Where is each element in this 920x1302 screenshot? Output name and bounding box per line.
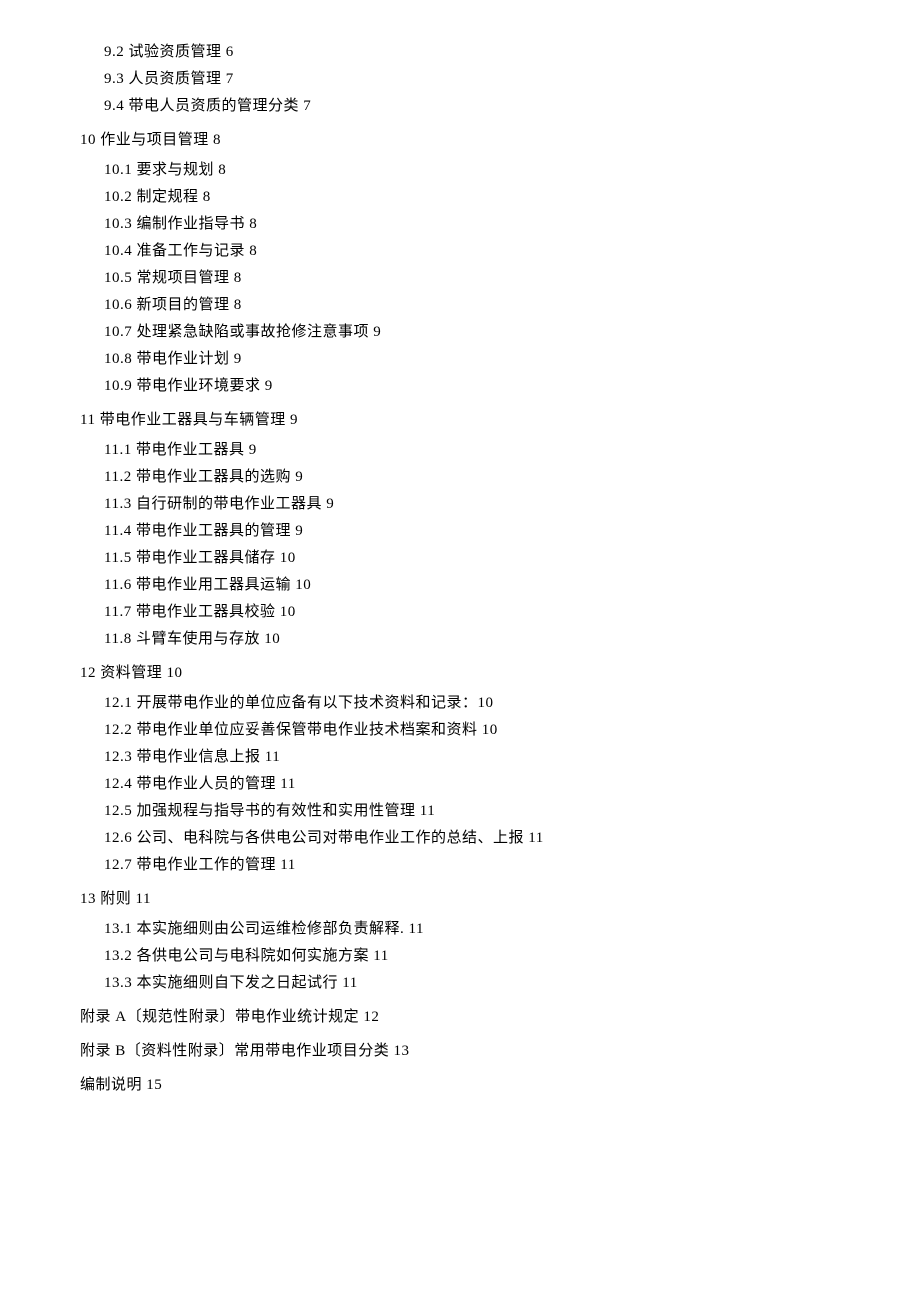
toc-entry: 10.1 要求与规划 8 — [80, 158, 840, 182]
toc-entry: 10.8 带电作业计划 9 — [80, 347, 840, 371]
toc-entry: 12.6 公司、电科院与各供电公司对带电作业工作的总结、上报 11 — [80, 826, 840, 850]
toc-entry: 附录 B〔资料性附录〕常用带电作业项目分类 13 — [80, 1039, 840, 1063]
toc-entry: 13.1 本实施细则由公司运维检修部负责解释. 11 — [80, 917, 840, 941]
toc-entry: 13.3 本实施细则自下发之日起试行 11 — [80, 971, 840, 995]
toc-entry: 12.7 带电作业工作的管理 11 — [80, 853, 840, 877]
toc-entry: 附录 A〔规范性附录〕带电作业统计规定 12 — [80, 1005, 840, 1029]
toc-entry: 10.4 准备工作与记录 8 — [80, 239, 840, 263]
toc-entry: 12.2 带电作业单位应妥善保管带电作业技术档案和资料 10 — [80, 718, 840, 742]
toc-entry: 10.6 新项目的管理 8 — [80, 293, 840, 317]
toc-entry: 10.7 处理紧急缺陷或事故抢修注意事项 9 — [80, 320, 840, 344]
toc-entry: 11.4 带电作业工器具的管理 9 — [80, 519, 840, 543]
toc-entry: 12.4 带电作业人员的管理 11 — [80, 772, 840, 796]
toc-entry: 11.8 斗臂车使用与存放 10 — [80, 627, 840, 651]
toc-entry: 10.3 编制作业指导书 8 — [80, 212, 840, 236]
toc-entry: 11.2 带电作业工器具的选购 9 — [80, 465, 840, 489]
toc-entry: 编制说明 15 — [80, 1073, 840, 1097]
toc-entry: 12.1 开展带电作业的单位应备有以下技术资料和记录：10 — [80, 691, 840, 715]
toc-entry: 13.2 各供电公司与电科院如何实施方案 11 — [80, 944, 840, 968]
toc-container: 9.2 试验资质管理 6 9.3 人员资质管理 7 9.4 带电人员资质的管理分类 … — [80, 40, 840, 1097]
toc-entry: 11 带电作业工器具与车辆管理 9 — [80, 408, 840, 432]
toc-entry: 9.4 带电人员资质的管理分类 7 — [80, 94, 840, 118]
toc-entry: 10.2 制定规程 8 — [80, 185, 840, 209]
toc-entry: 10.9 带电作业环境要求 9 — [80, 374, 840, 398]
toc-entry: 10 作业与项目管理 8 — [80, 128, 840, 152]
toc-entry: 11.1 带电作业工器具 9 — [80, 438, 840, 462]
toc-entry: 11.6 带电作业用工器具运输 10 — [80, 573, 840, 597]
toc-entry: 9.2 试验资质管理 6 — [80, 40, 840, 64]
toc-entry: 12.5 加强规程与指导书的有效性和实用性管理 11 — [80, 799, 840, 823]
toc-entry: 12.3 带电作业信息上报 11 — [80, 745, 840, 769]
toc-entry: 11.3 自行研制的带电作业工器具 9 — [80, 492, 840, 516]
toc-entry: 10.5 常规项目管理 8 — [80, 266, 840, 290]
toc-entry: 9.3 人员资质管理 7 — [80, 67, 840, 91]
toc-entry: 12 资料管理 10 — [80, 661, 840, 685]
toc-entry: 11.5 带电作业工器具储存 10 — [80, 546, 840, 570]
toc-entry: 13 附则 11 — [80, 887, 840, 911]
toc-entry: 11.7 带电作业工器具校验 10 — [80, 600, 840, 624]
